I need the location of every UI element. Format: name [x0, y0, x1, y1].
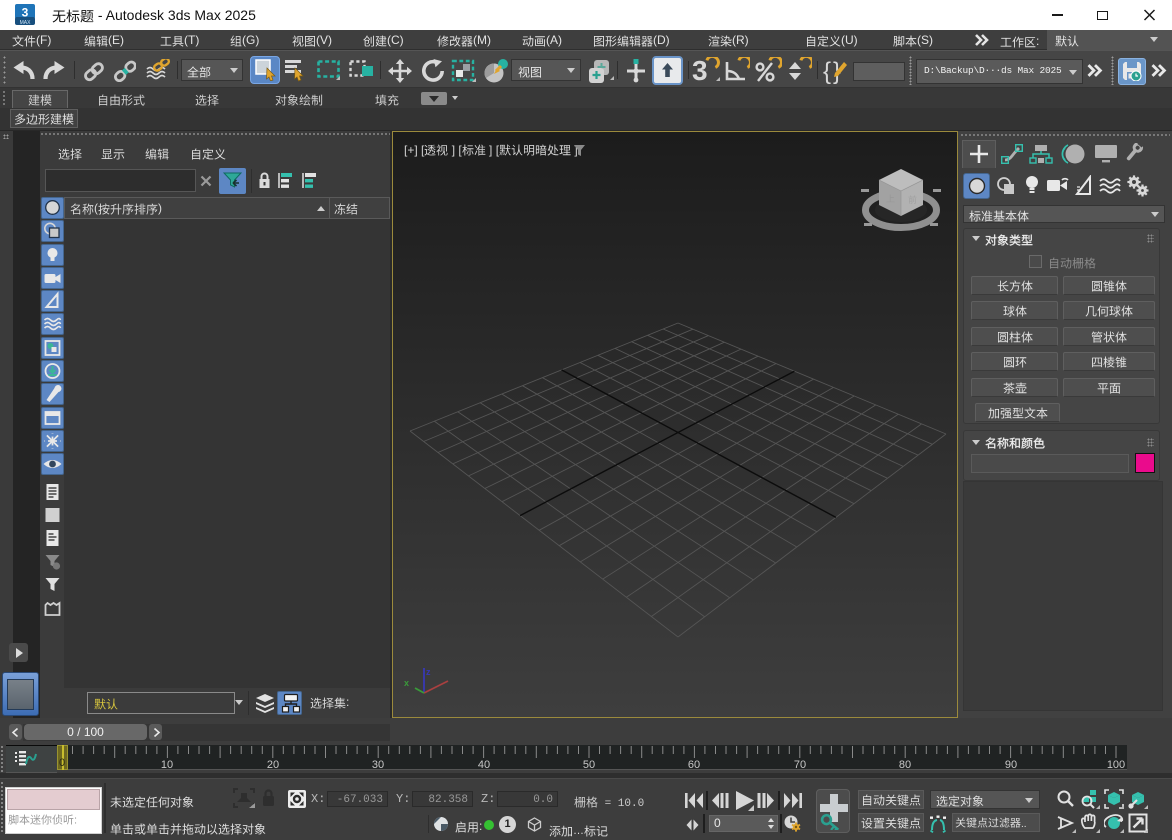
svg-text:90: 90: [1005, 759, 1017, 770]
svg-text:3: 3: [22, 6, 29, 20]
svg-text:60: 60: [688, 759, 700, 770]
svg-text:x: x: [404, 678, 409, 688]
svg-text:20: 20: [267, 759, 279, 770]
svg-text:MAX: MAX: [20, 20, 32, 26]
svg-text:40: 40: [478, 759, 490, 770]
svg-text:70: 70: [794, 759, 806, 770]
svg-text:10: 10: [161, 759, 173, 770]
svg-text:50: 50: [583, 759, 595, 770]
svg-text:80: 80: [899, 759, 911, 770]
svg-text:{: {: [823, 58, 831, 84]
svg-text:z: z: [426, 667, 431, 677]
svg-text:100: 100: [1107, 759, 1125, 770]
svg-text:30: 30: [372, 759, 384, 770]
svg-text:3: 3: [692, 57, 708, 84]
